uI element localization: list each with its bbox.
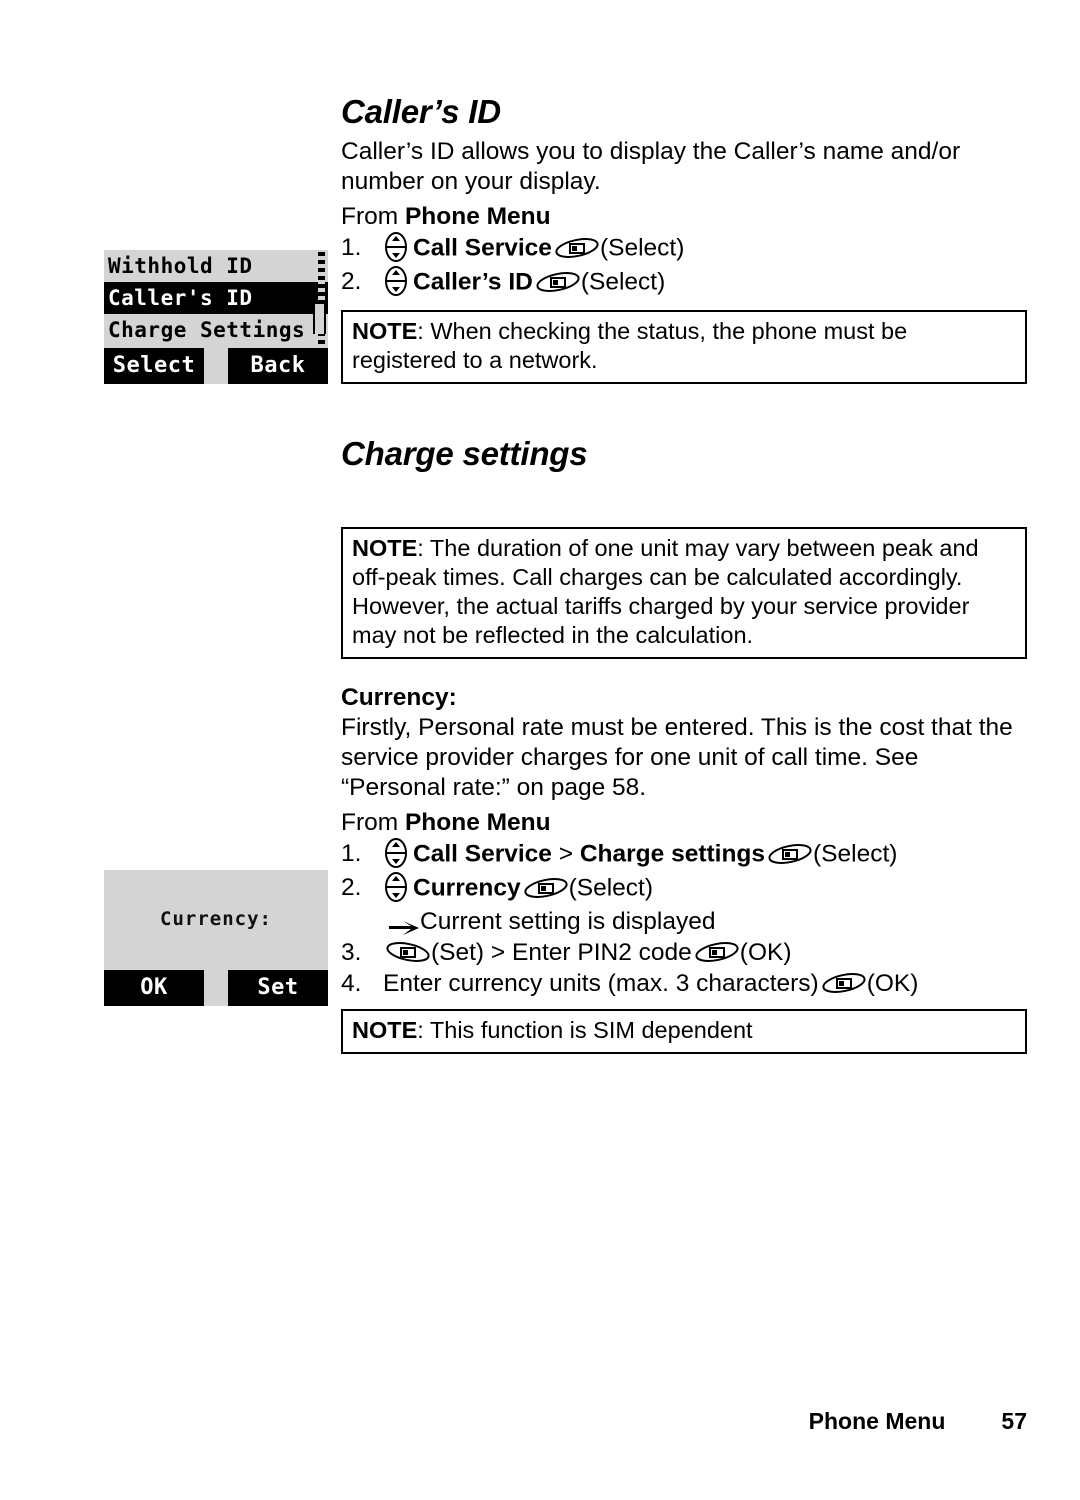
lcd-softkey-bar: Select Back (104, 348, 328, 384)
lcd-softkey-gap (204, 348, 228, 384)
note-text: : This function is SIM dependent (417, 1017, 753, 1043)
step-item: 1. Call Service > Charge settings (Select) (341, 838, 1027, 872)
step-item: 4. Enter currency units (max. 3 character… (341, 968, 1027, 999)
substep-current-setting: Current setting is displayed (341, 906, 1027, 937)
from-phone-menu-2: From Phone Menu (341, 807, 1027, 838)
step-text: (Set) > Enter PIN2 code (431, 939, 692, 966)
step-list-currency-cont: 3. (Set) > Enter PIN2 code (OK) 4. Enter cu… (341, 937, 1027, 999)
note-box-network: NOTE: When checking the status, the phon… (341, 310, 1027, 384)
from-phone-menu-1: From Phone Menu (341, 201, 1027, 232)
step-tail: (Select) (580, 268, 666, 296)
lcd-scrollbar-thumb (313, 304, 326, 334)
softkey-icon (694, 940, 740, 964)
content-column: Caller’s ID Caller’s ID allows you to di… (341, 0, 1027, 1054)
softkey-icon-mirrored (385, 940, 431, 964)
note-label: NOTE (352, 318, 418, 344)
note-text: : When checking the status, the phone mu… (352, 318, 908, 373)
step-item: 2. Caller’s ID (Select) (341, 266, 1027, 300)
lcd-body: Currency: (104, 870, 328, 970)
nav-key-icon (383, 872, 409, 902)
manual-page: Withhold ID Caller's ID Charge Settings … (0, 0, 1080, 1500)
lcd-softkey-back: Back (228, 348, 328, 384)
lcd-softkey-select: Select (104, 348, 204, 384)
step-number: 4. (341, 970, 362, 997)
substep-text: Current setting is displayed (420, 908, 716, 935)
phone-menu-label: Phone Menu (404, 203, 551, 230)
footer-chapter-label: Phone Menu (808, 1408, 946, 1434)
softkey-icon (535, 270, 581, 294)
step-bold-text: Call Service (413, 840, 552, 868)
step-bold-text: Call Service (413, 234, 552, 262)
step-separator: > (551, 840, 580, 868)
step-text: Enter currency units (max. 3 characters) (383, 970, 819, 997)
step-number: 1. (341, 840, 362, 868)
paragraph-currency-intro: Firstly, Personal rate must be entered. … (341, 714, 1013, 801)
nav-key-icon (383, 232, 409, 262)
lcd-menu-item-charge-settings: Charge Settings (108, 318, 306, 342)
lcd-screen-currency-prompt: Currency: OK Set (104, 870, 328, 1006)
from-prefix: From (341, 809, 405, 836)
nav-key-icon (383, 838, 409, 868)
step-tail: (Select) (813, 840, 898, 868)
step-item: 1. Call Service (Select) (341, 232, 1027, 266)
step-number: 1. (341, 234, 362, 262)
step-number: 3. (341, 939, 362, 966)
step-item: 2. Currency (Select) (341, 872, 1027, 906)
step-tail: (OK) (739, 939, 792, 966)
lcd-softkey-ok: OK (104, 970, 204, 1006)
step-tail: (Select) (568, 874, 653, 902)
note-label: NOTE (352, 1017, 418, 1043)
footer-page-number: 57 (1001, 1408, 1027, 1434)
lcd-menu-item-callers-id: Caller's ID (104, 282, 328, 314)
note-box-sim-dependent: NOTE: This function is SIM dependent (341, 1009, 1027, 1054)
lcd-body: Withhold ID Caller's ID Charge Settings (104, 250, 328, 348)
subheading-currency: Currency: (341, 684, 457, 711)
step-tail: (OK) (866, 970, 919, 997)
nav-key-icon (383, 266, 409, 296)
from-prefix: From (341, 203, 405, 230)
step-list-currency: 1. Call Service > Charge settings (Select)… (341, 838, 1027, 906)
lcd-softkey-set: Set (228, 970, 328, 1006)
paragraph-callers-id-intro: Caller’s ID allows you to display the Ca… (341, 138, 961, 195)
step-list-callers-id: 1. Call Service (Select) 2. Caller’s ID (Sel… (341, 232, 1027, 300)
note-box-unit-duration: NOTE: The duration of one unit may vary … (341, 527, 1027, 659)
lcd-screen-callers-id-menu: Withhold ID Caller's ID Charge Settings … (104, 250, 328, 384)
lcd-prompt-currency: Currency: (160, 908, 272, 930)
step-tail: (Select) (599, 234, 685, 262)
softkey-icon (767, 842, 813, 866)
lcd-softkey-gap (204, 970, 228, 1006)
heading-charge-settings: Charge settings (341, 435, 588, 472)
softkey-icon (554, 236, 600, 260)
phone-menu-label: Phone Menu (404, 809, 551, 836)
softkey-icon (821, 971, 867, 995)
lcd-softkey-bar: OK Set (104, 970, 328, 1006)
step-number: 2. (341, 874, 362, 902)
note-label: NOTE (352, 535, 418, 561)
note-text: : The duration of one unit may vary betw… (352, 535, 979, 648)
arrow-bullet-icon (389, 913, 419, 936)
step-item: 3. (Set) > Enter PIN2 code (OK) (341, 937, 1027, 968)
step-bold-text: Caller’s ID (413, 268, 533, 296)
lcd-menu-item-withhold-id: Withhold ID (108, 254, 253, 278)
page-footer: Phone Menu 57 (0, 1408, 1027, 1435)
step-bold-text-2: Charge settings (579, 840, 766, 868)
step-bold-text: Currency (413, 874, 521, 902)
step-number: 2. (341, 268, 362, 296)
heading-callers-id: Caller’s ID (341, 93, 501, 130)
softkey-icon (523, 876, 569, 900)
